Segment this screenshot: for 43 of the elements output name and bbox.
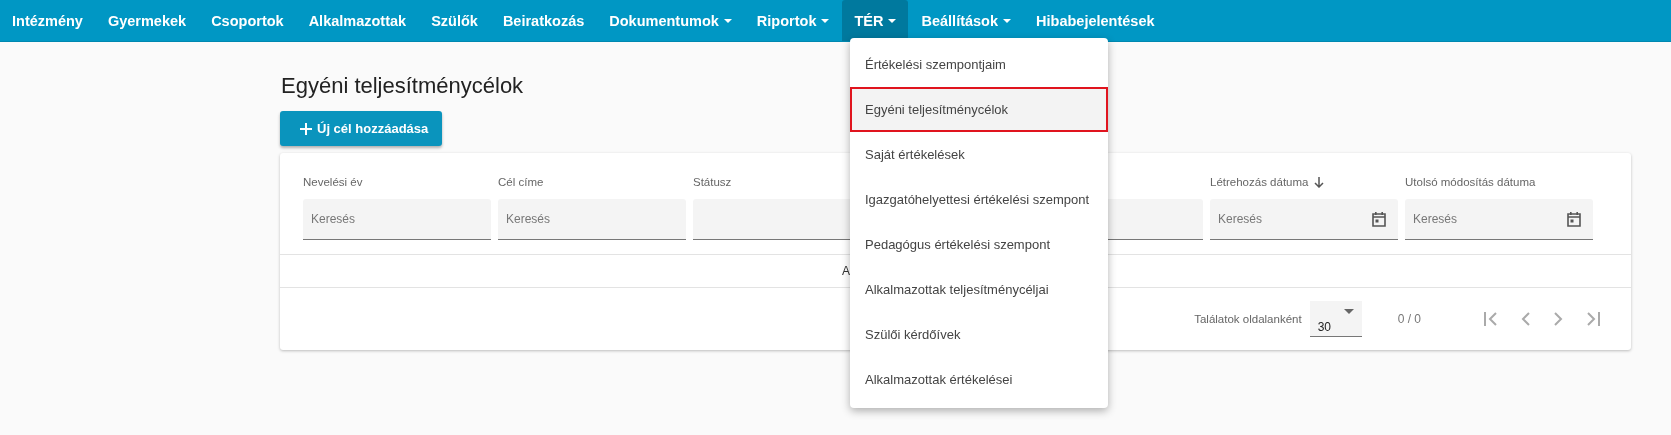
column-header[interactable]: Státusz (693, 176, 732, 188)
page-title: Egyéni teljesítménycélok (281, 73, 525, 99)
last-page-icon[interactable] (1585, 312, 1601, 326)
sort-down-icon[interactable] (1314, 176, 1325, 188)
search-field[interactable]: Keresés (303, 199, 491, 240)
add-goal-button[interactable]: Új cél hozzáadása (280, 111, 443, 146)
menu-item[interactable]: Értékelési szempontjaim (850, 42, 1108, 87)
calendar-icon[interactable] (1567, 211, 1581, 227)
per-page-select[interactable]: 30 (1309, 301, 1362, 337)
nav-menu-item[interactable]: Dokumentumok (597, 0, 744, 41)
nav-menu-item[interactable]: Beiratkozás (490, 0, 597, 41)
search-field[interactable]: Keresés (1210, 199, 1398, 240)
nav-menu-item[interactable]: Alkalmazottak (296, 0, 419, 41)
menu-item[interactable]: Igazgatóhelyettesi értékelési szempont (850, 177, 1108, 222)
caret-icon (1343, 309, 1354, 314)
page-range: 0 / 0 (1397, 312, 1421, 326)
calendar-icon[interactable] (1372, 211, 1386, 227)
nav-menu-item[interactable]: Hibabejelentések (1024, 0, 1167, 41)
first-page-icon[interactable] (1483, 312, 1499, 326)
menu-item[interactable]: Szülői kérdőívek (850, 312, 1108, 357)
previous-page-icon[interactable] (1521, 312, 1531, 326)
column-header[interactable]: Nevelési év (303, 176, 363, 188)
nav-menu-item[interactable]: Csoportok (199, 0, 296, 41)
nav-menu-item[interactable]: Gyermekek (95, 0, 199, 41)
next-page-icon[interactable] (1553, 312, 1563, 326)
menu-item[interactable]: Pedagógus értékelési szempont (850, 222, 1108, 267)
menu-item[interactable]: Alkalmazottak teljesítménycéljai (850, 267, 1108, 312)
nav-menu-item[interactable]: Beállítások (909, 0, 1024, 41)
menu-item[interactable]: Egyéni teljesítménycélok (850, 87, 1108, 132)
per-page-label: Találatok oldalanként (1194, 313, 1302, 325)
nav-menu-item[interactable]: TÉR (842, 0, 909, 41)
column-header[interactable]: Cél címe (498, 176, 544, 188)
column-header[interactable]: Utolsó módosítás dátuma (1405, 176, 1536, 188)
plus-icon (300, 122, 312, 135)
menu-item[interactable]: Saját értékelések (850, 132, 1108, 177)
menu-item[interactable]: Alkalmazottak értékelései (850, 357, 1108, 402)
nav-menu-item[interactable]: Szülők (419, 0, 490, 41)
search-field[interactable]: Keresés (1405, 199, 1593, 240)
column-header[interactable]: Létrehozás dátuma (1210, 176, 1309, 188)
search-field[interactable]: Keresés (498, 199, 686, 240)
nav-menu-item[interactable]: Intézmény (0, 0, 95, 41)
nav-menu-item[interactable]: Riportok (744, 0, 842, 41)
empty-message: A (842, 264, 850, 278)
